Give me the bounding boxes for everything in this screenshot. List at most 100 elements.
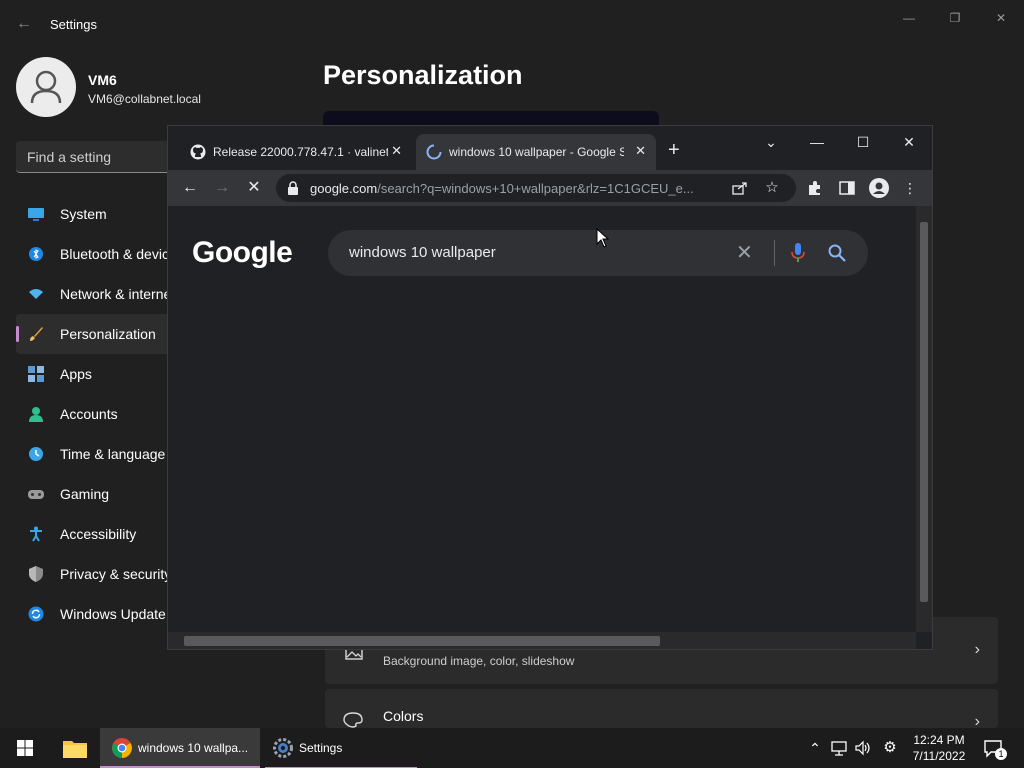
page-title: Personalization [323,60,523,90]
tab-close-icon[interactable]: ✕ [391,143,402,159]
nav-item-apps[interactable]: Apps [16,354,176,394]
tab-close-icon[interactable]: ✕ [635,143,646,159]
nav-item-network[interactable]: Network & internet [16,274,176,314]
chrome-window: Release 22000.778.47.1 · valinet/E ✕ win… [167,125,933,650]
horizontal-scroll-thumb[interactable] [184,636,660,646]
clear-search-icon[interactable]: ✕ [736,242,753,264]
taskbar-app-settings[interactable]: Settings [265,728,417,768]
nav-item-personalization[interactable]: Personalization [16,314,176,354]
extensions-puzzle-icon[interactable] [807,180,823,196]
tab-title: windows 10 wallpaper - Google S [449,145,624,159]
volume-icon[interactable] [854,739,872,757]
brush-icon [30,327,43,341]
close-icon[interactable]: ✕ [978,6,1024,30]
show-hidden-icons-chevron-icon[interactable]: ⌃ [806,739,824,757]
bluetooth-icon [29,247,43,261]
loading-spinner-icon [426,144,442,160]
palette-icon [343,712,363,728]
nav-label: System [60,206,107,222]
search-query[interactable]: windows 10 wallpaper [349,244,496,261]
controller-icon [28,490,44,499]
maximize-icon[interactable]: ☐ [848,132,878,152]
microphone-icon[interactable] [791,243,805,263]
taskbar-app-chrome[interactable]: windows 10 wallpa... [100,728,260,768]
file-explorer-icon[interactable] [63,738,87,758]
taskbar-app-label: Settings [299,741,343,755]
clock-globe-icon [29,447,43,461]
horizontal-scrollbar[interactable] [168,632,916,649]
colors-card-title: Colors [383,708,424,724]
person-icon [29,407,43,422]
nav-label: Apps [60,366,92,382]
background-card-subtitle: Background image, color, slideshow [383,654,575,668]
back-arrow-icon[interactable]: ← [180,178,200,198]
tab-search-chevron-icon[interactable]: ⌄ [756,132,786,152]
avatar[interactable] [16,57,76,117]
tab-google-search[interactable]: windows 10 wallpaper - Google S ✕ [416,134,656,170]
gear-icon[interactable]: ⚙ [881,739,899,757]
find-setting-input[interactable]: Find a setting [16,141,186,173]
vertical-scroll-thumb[interactable] [920,222,928,602]
address-bar[interactable]: google.com/search?q=windows+10+wallpaper… [276,174,796,202]
search-divider [774,240,775,266]
url-text[interactable]: google.com/search?q=windows+10+wallpaper… [310,181,694,196]
settings-gear-icon [273,738,293,758]
search-icon[interactable] [828,244,846,262]
colors-setting-card[interactable]: Colors › [325,689,998,730]
nav-item-gaming[interactable]: Gaming [16,474,176,514]
notification-center-icon[interactable]: 1 [983,738,1007,760]
monitor-icon [28,208,44,221]
nav-label: Personalization [60,326,156,342]
minimize-icon[interactable]: — [802,132,832,152]
github-icon [190,144,206,160]
mouse-cursor-icon [596,228,610,248]
tab-github-release[interactable]: Release 22000.778.47.1 · valinet/E ✕ [180,134,412,170]
nav-label: Time & language [60,446,166,462]
page-viewport: Google windows 10 wallpaper ✕ [168,206,932,649]
close-icon[interactable]: ✕ [894,132,924,152]
person-avatar-icon [30,70,62,104]
nav-label: Network & internet [60,286,176,302]
nav-item-windows-update[interactable]: Windows Update [16,594,176,634]
nav-item-accounts[interactable]: Accounts [16,394,176,434]
nav-label: Accounts [60,406,118,422]
bookmark-star-icon[interactable]: ☆ [762,178,782,198]
vertical-scrollbar[interactable] [916,206,932,632]
nav-item-privacy[interactable]: Privacy & security [16,554,176,594]
stop-loading-icon[interactable]: ✕ [244,178,264,198]
taskbar-clock[interactable]: 12:24 PM 7/11/2022 [900,732,978,764]
shield-icon [29,566,43,582]
clock-date: 7/11/2022 [912,749,966,763]
tab-title: Release 22000.778.47.1 · valinet/E [213,145,388,159]
settings-window-title: Settings [50,17,97,32]
share-icon[interactable] [732,181,748,195]
side-panel-icon[interactable] [839,180,855,196]
settings-titlebar: ← Settings — ❐ ✕ [0,0,1024,48]
nav-label: Gaming [60,486,110,502]
chevron-right-icon: › [974,641,980,658]
settings-nav: System Bluetooth & devices Network & int… [16,194,184,634]
clock-time: 12:24 PM [913,733,965,747]
taskbar: windows 10 wallpa... Settings ⌃ ⚙ 12:24 … [0,728,1024,768]
nav-item-system[interactable]: System [16,194,176,234]
nav-item-bluetooth[interactable]: Bluetooth & devices [16,234,184,274]
forward-arrow-icon[interactable]: → [212,178,232,198]
nav-item-time-language[interactable]: Time & language [16,434,176,474]
network-icon[interactable] [830,739,848,757]
profile-icon[interactable] [869,178,889,198]
nav-label: Windows Update [60,606,166,622]
minimize-icon[interactable]: — [886,6,932,30]
user-email: VM6@collabnet.local [88,92,201,106]
back-arrow-icon[interactable]: ← [14,14,34,34]
restore-icon[interactable]: ❐ [932,6,978,30]
more-menu-icon[interactable]: ⋮ [900,178,920,198]
nav-item-accessibility[interactable]: Accessibility [16,514,176,554]
wifi-icon [29,289,43,299]
url-path: /search?q=windows+10+wallpaper&rlz=1C1GC… [377,181,694,196]
tab-strip: Release 22000.778.47.1 · valinet/E ✕ win… [168,126,932,170]
lock-icon[interactable] [286,181,300,195]
new-tab-button[interactable]: + [668,140,680,160]
notification-badge: 1 [995,748,1007,760]
windows-start-icon[interactable] [8,736,42,760]
google-logo[interactable]: Google [192,236,293,270]
